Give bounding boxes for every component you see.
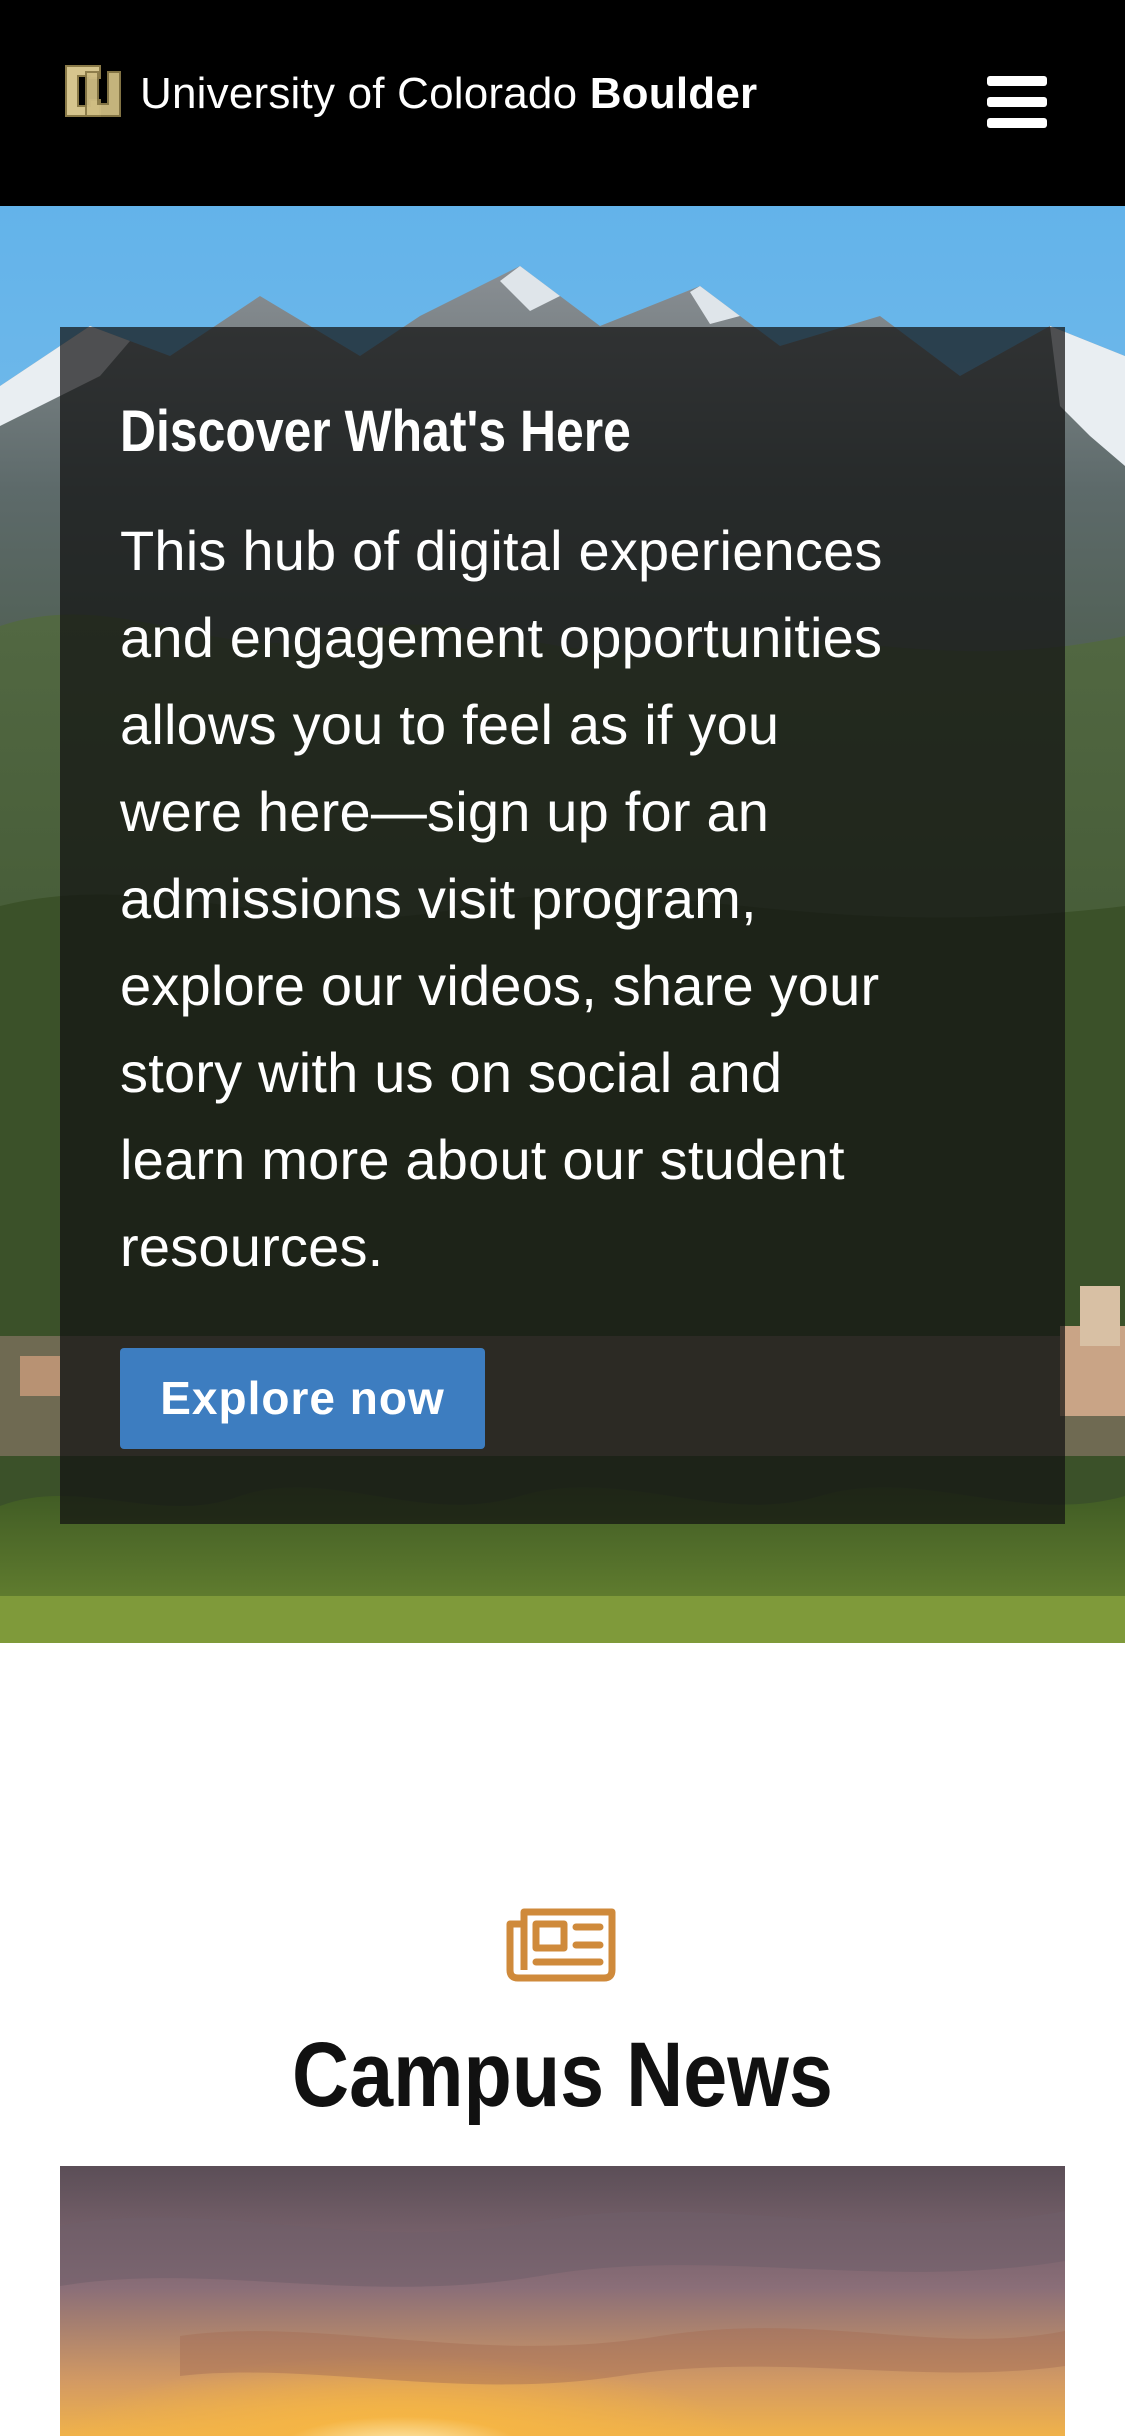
sunset-sky-photo bbox=[60, 2166, 1065, 2436]
hero-body-line: learn more about our student bbox=[120, 1128, 845, 1191]
hero-body-line: resources. bbox=[120, 1215, 384, 1278]
hero-body-line: story with us on social and bbox=[120, 1041, 783, 1104]
campus-news-heading: Campus News bbox=[0, 2020, 1125, 2130]
hero-body-line: and engagement opportunities bbox=[120, 606, 883, 669]
hero-heading: Discover What's Here bbox=[120, 399, 631, 464]
explore-now-button[interactable]: Explore now bbox=[120, 1348, 485, 1449]
hero-body-line: admissions visit program, bbox=[120, 867, 757, 930]
hero-body-text: This hub of digital experiences and enga… bbox=[120, 507, 1040, 1290]
hero-body-line: explore our videos, share your bbox=[120, 954, 880, 1017]
hamburger-menu-icon[interactable] bbox=[985, 74, 1049, 130]
site-title[interactable]: University of Colorado Boulder bbox=[140, 64, 757, 124]
hero-body-line: allows you to feel as if you bbox=[120, 693, 780, 756]
hero-body-line: This hub of digital experiences bbox=[120, 519, 883, 582]
newspaper-icon bbox=[506, 1908, 616, 1982]
cu-logo-icon[interactable] bbox=[60, 60, 127, 127]
hero-card: Discover What's Here This hub of digital… bbox=[60, 327, 1065, 1524]
hero-section: Discover What's Here This hub of digital… bbox=[0, 206, 1125, 1643]
site-title-bold: Boulder bbox=[589, 69, 758, 118]
site-header: University of Colorado Boulder bbox=[0, 0, 1125, 206]
hero-body-line: were here—sign up for an bbox=[120, 780, 770, 843]
site-title-regular: University of Colorado bbox=[140, 69, 578, 118]
news-feature-image[interactable] bbox=[60, 2166, 1065, 2436]
campus-news-heading-text: Campus News bbox=[292, 2024, 833, 2126]
